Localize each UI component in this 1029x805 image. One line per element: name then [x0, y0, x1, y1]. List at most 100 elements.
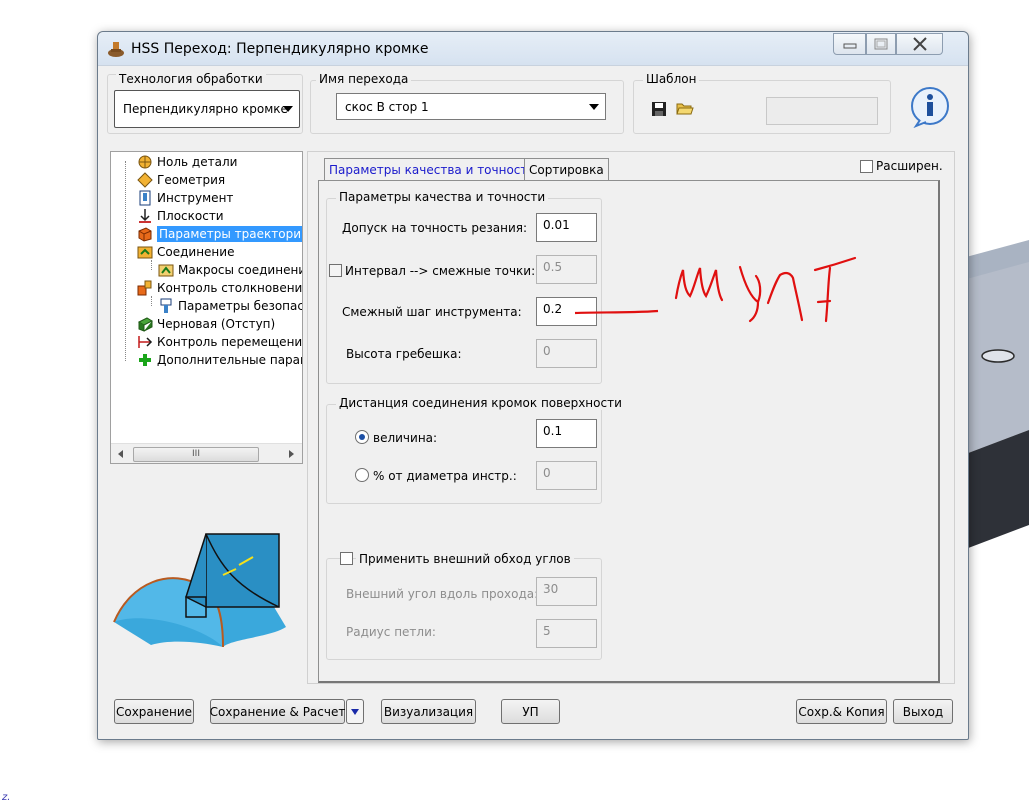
tree-horizontal-scrollbar[interactable]: III — [111, 443, 302, 463]
tree-item-label: Инструмент — [157, 191, 234, 205]
tree-item-planes[interactable]: Плоскости — [137, 207, 224, 225]
technology-select-value: Перпендикулярно кромке — [123, 102, 288, 116]
corner-angle-input[interactable]: 30 — [536, 577, 597, 606]
tree-item-safety[interactable]: Параметры безопасности — [158, 297, 302, 315]
percent-radio-label: % от диаметра инстр.: — [373, 469, 517, 483]
scroll-left-icon[interactable] — [117, 449, 125, 459]
scroll-thumb[interactable]: III — [133, 447, 259, 462]
apply-corners-label: Применить внешний обход углов — [356, 552, 574, 566]
tree-item-tool[interactable]: Инструмент — [137, 189, 233, 207]
tree-item-label: Макросы соединения — [178, 263, 303, 277]
motion-icon — [138, 336, 153, 348]
minimize-button[interactable] — [833, 33, 866, 55]
tolerance-input[interactable]: 0.01 — [536, 213, 597, 242]
title-bar[interactable]: HSS Переход: Перпендикулярно кромке — [98, 32, 968, 66]
technology-select[interactable]: Перпендикулярно кромке — [114, 90, 300, 128]
scroll-right-icon[interactable] — [287, 449, 295, 459]
scallop-input[interactable]: 0 — [536, 339, 597, 368]
save-copy-button[interactable]: Сохр.& Копия — [796, 699, 887, 724]
tree-item-additional[interactable]: Дополнительные параметры — [137, 351, 302, 369]
edge-distance-label: Дистанция соединения кромок поверхности — [336, 396, 625, 410]
loop-radius-label: Радиус петли: — [346, 625, 436, 639]
interval-checkbox[interactable] — [329, 264, 342, 277]
tool-icon — [139, 190, 151, 206]
tab-quality[interactable]: Параметры качества и точности — [324, 158, 541, 181]
dialog-window: HSS Переход: Перпендикулярно кромке Техн… — [97, 31, 969, 740]
tree-item-label: Параметры безопасности — [178, 299, 302, 313]
extended-checkbox[interactable] — [860, 160, 873, 173]
edge-value-input[interactable]: 0.1 — [536, 419, 597, 448]
operation-name-label: Имя перехода — [316, 72, 412, 86]
save-calc-dropdown[interactable] — [346, 699, 364, 724]
geometry-icon — [137, 172, 153, 188]
roughing-icon — [137, 317, 153, 332]
tree-item-link[interactable]: Соединение — [137, 243, 234, 261]
scallop-label: Высота гребешка: — [346, 347, 462, 361]
save-template-icon[interactable] — [651, 101, 667, 117]
window-title: HSS Переход: Перпендикулярно кромке — [131, 41, 429, 57]
template-label: Шаблон — [643, 72, 700, 86]
apply-corners-checkbox[interactable] — [340, 552, 353, 565]
tree-item-link-macros[interactable]: Макросы соединения — [158, 261, 303, 279]
exit-button[interactable]: Выход — [893, 699, 953, 724]
operation-name-value: скос В стор 1 — [345, 99, 429, 114]
app-icon — [108, 42, 124, 57]
tree-item-label: Черновая (Отступ) — [157, 317, 276, 331]
nc-button[interactable]: УП — [501, 699, 560, 724]
visualize-button[interactable]: Визуализация — [381, 699, 476, 724]
value-radio[interactable] — [355, 430, 369, 444]
operation-tree[interactable]: Ноль детали Геометрия Инструмент Плоскос… — [110, 151, 303, 464]
tree-item-label: Плоскости — [157, 209, 224, 223]
operation-name-select[interactable]: скос В стор 1 — [336, 93, 606, 120]
plus-icon — [139, 354, 151, 366]
tree-item-label: Контроль столкновений — [157, 281, 303, 295]
open-folder-icon[interactable] — [676, 100, 694, 116]
corner-mark: z. — [2, 792, 11, 803]
tree-item-geometry[interactable]: Геометрия — [137, 171, 225, 189]
stepover-input[interactable]: 0.2 — [536, 297, 597, 326]
interval-label: Интервал --> смежные точки: — [345, 264, 536, 278]
safety-icon — [160, 298, 172, 313]
quality-group-label: Параметры качества и точности — [336, 190, 549, 204]
extended-label: Расширен. — [876, 159, 943, 173]
value-radio-label: величина: — [373, 431, 438, 445]
save-button[interactable]: Сохранение — [114, 699, 194, 724]
tree-item-origin[interactable]: Ноль детали — [137, 153, 237, 171]
tree-item-label: Параметры траектории — [157, 226, 302, 242]
tolerance-label: Допуск на точность резания: — [342, 221, 528, 235]
template-field[interactable] — [766, 97, 878, 125]
tree-item-label: Дополнительные параметры — [157, 353, 302, 367]
minimize-icon — [843, 43, 856, 49]
chevron-down-icon — [589, 103, 599, 110]
stepover-label: Смежный шаг инструмента: — [342, 305, 522, 319]
loop-radius-input[interactable]: 5 — [536, 619, 597, 648]
tree-item-motion[interactable]: Контроль перемещений — [137, 333, 303, 351]
origin-icon — [138, 155, 152, 169]
tree-item-label: Ноль детали — [157, 155, 238, 169]
link-icon — [137, 246, 153, 259]
strategy-preview-image — [113, 533, 286, 648]
tree-item-label: Контроль перемещений — [157, 335, 303, 349]
chevron-down-icon — [283, 106, 293, 112]
link-macros-icon — [158, 264, 174, 277]
tree-item-roughing[interactable]: Черновая (Отступ) — [137, 315, 275, 333]
toolpath-params-icon — [138, 227, 152, 242]
percent-input[interactable]: 0 — [536, 461, 597, 490]
info-icon[interactable] — [910, 86, 950, 128]
close-icon — [912, 37, 927, 51]
tab-sorting[interactable]: Сортировка — [524, 158, 609, 181]
percent-radio[interactable] — [355, 468, 369, 482]
tree-item-collision[interactable]: Контроль столкновений — [137, 279, 303, 297]
collision-icon — [137, 280, 152, 296]
maximize-button[interactable] — [866, 33, 896, 55]
save-calc-button[interactable]: Сохранение & Расчет — [210, 699, 345, 724]
corner-angle-label: Внешний угол вдоль прохода: — [346, 587, 539, 601]
maximize-icon — [874, 38, 888, 50]
planes-icon — [139, 209, 151, 223]
close-window-button[interactable] — [896, 33, 943, 55]
tree-item-label: Соединение — [157, 245, 235, 259]
chevron-down-icon — [351, 708, 359, 715]
interval-input[interactable]: 0.5 — [536, 255, 597, 284]
technology-group-label: Технология обработки — [116, 72, 266, 86]
tree-item-toolpath-params[interactable]: Параметры траектории — [137, 225, 302, 243]
